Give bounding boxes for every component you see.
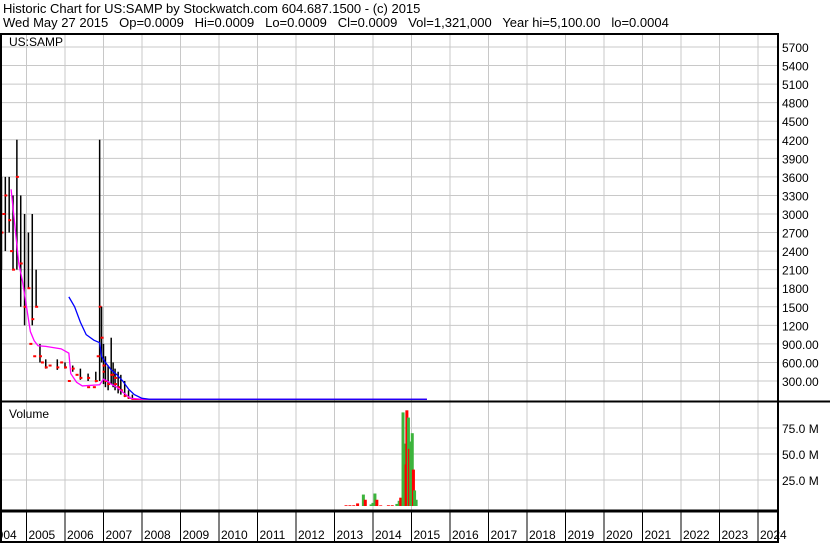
- year-label: 2009: [183, 528, 210, 542]
- close-mark: [56, 366, 60, 369]
- close-dot: [60, 361, 64, 364]
- close-dot: [67, 380, 71, 382]
- close-mark: [44, 366, 48, 369]
- close-mark: [8, 219, 12, 222]
- price-tick-label: 4200: [782, 134, 809, 148]
- close-mark: [64, 366, 67, 369]
- price-tick-label: 4800: [782, 97, 809, 111]
- close-mark: [79, 376, 83, 379]
- close-dot: [48, 364, 52, 367]
- symbol-label: US:SAMP: [9, 35, 63, 49]
- close-mark: [71, 367, 75, 370]
- price-tick-label: 600.00: [782, 356, 819, 370]
- close-mark: [4, 194, 8, 197]
- volume-bar: [352, 505, 356, 506]
- close-dot: [92, 386, 96, 389]
- volume-tick-label: 25.0 M: [782, 474, 819, 488]
- volume-bar: [344, 505, 348, 506]
- year-label: 2023: [722, 528, 749, 542]
- price-tick-label: 1800: [782, 282, 809, 296]
- volume-bar: [363, 499, 367, 506]
- price-tick-label: 4500: [782, 115, 809, 129]
- close-dot: [33, 355, 37, 358]
- volume-bar: [375, 499, 379, 506]
- year-label: 2014: [375, 528, 402, 542]
- close-dot: [29, 342, 33, 345]
- year-label: 2018: [529, 528, 556, 542]
- close-mark: [87, 376, 91, 379]
- price-tick-label: 3000: [782, 208, 809, 222]
- year-label: 2013: [337, 528, 364, 542]
- volume-bar: [386, 505, 390, 506]
- year-label: 2017: [491, 528, 518, 542]
- price-tick-label: 5700: [782, 41, 809, 55]
- volume-tick-label: 50.0 M: [782, 448, 819, 462]
- close-mark: [114, 383, 118, 386]
- close-dot: [2, 213, 6, 215]
- volume-tick-label: 75.0 M: [782, 422, 819, 436]
- price-tick-label: 5100: [782, 78, 809, 92]
- year-label: 2024: [760, 528, 787, 542]
- price-tick-label: 2700: [782, 227, 809, 241]
- price-tick-label: 5400: [782, 60, 809, 74]
- price-tick-label: 2400: [782, 245, 809, 259]
- year-label: 2008: [144, 528, 171, 542]
- close-dot: [87, 386, 91, 389]
- close-dot: [102, 364, 106, 367]
- close-mark: [94, 380, 98, 382]
- year-label: 2012: [298, 528, 325, 542]
- close-dot: [40, 361, 44, 364]
- volume-bar: [390, 505, 394, 506]
- close-dot: [96, 355, 100, 358]
- close-mark: [15, 175, 19, 178]
- close-mark: [38, 355, 42, 358]
- close-mark: [100, 336, 104, 339]
- volume-label: Volume: [9, 407, 49, 421]
- volume-bar: [414, 499, 418, 506]
- close-mark: [31, 318, 35, 321]
- price-tick-label: 3900: [782, 152, 809, 166]
- year-label: 2015: [414, 528, 441, 542]
- year-label: 2022: [683, 528, 710, 542]
- year-label: 2005: [29, 528, 56, 542]
- year-label: 2006: [67, 528, 94, 542]
- year-label: 2021: [645, 528, 672, 542]
- close-mark: [35, 305, 39, 308]
- stock-chart: US:SAMP Volume 5700 5400 5100 4800 4500 4200 3…: [0, 33, 830, 543]
- price-tick-label: 2100: [782, 264, 809, 278]
- volume-bar: [379, 505, 383, 506]
- close-mark: [27, 287, 31, 290]
- year-label: 2010: [221, 528, 248, 542]
- close-dot: [75, 373, 79, 376]
- year-label: 2004: [0, 528, 17, 542]
- price-tick-label: 1200: [782, 319, 809, 333]
- volume-bar: [356, 503, 360, 506]
- price-tick-label: 900.00: [782, 338, 819, 352]
- close-mark: [19, 262, 23, 265]
- price-tick-label: 3600: [782, 171, 809, 185]
- volume-bar: [348, 505, 352, 506]
- close-mark: [12, 268, 16, 271]
- close-dot: [114, 376, 118, 379]
- price-tick-label: 300.00: [782, 375, 819, 389]
- year-label: 2011: [260, 528, 286, 542]
- price-tick-label: 1500: [782, 301, 809, 315]
- year-label: 2007: [106, 528, 133, 542]
- year-label: 2019: [568, 528, 595, 542]
- year-label: 2016: [452, 528, 479, 542]
- close-dot: [10, 250, 14, 253]
- price-tick-label: 3300: [782, 189, 809, 203]
- year-label: 2020: [606, 528, 633, 542]
